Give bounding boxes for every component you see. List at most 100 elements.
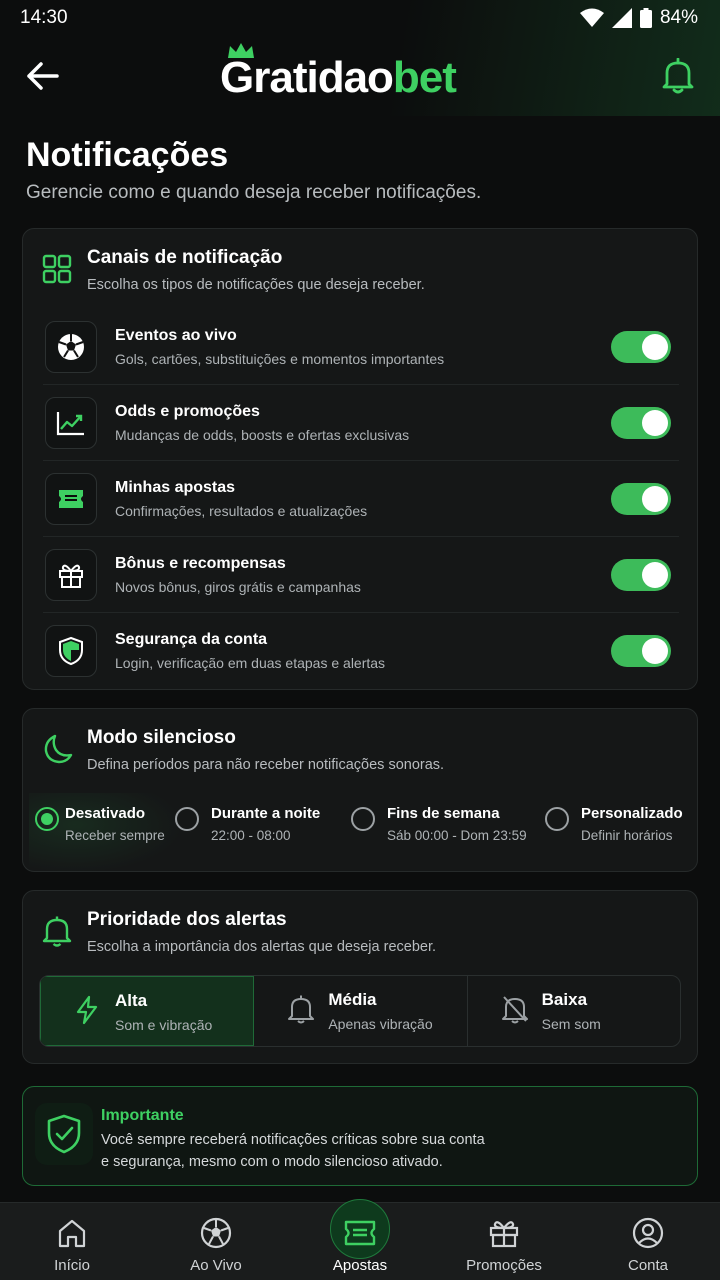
option-sub: Receber sempre: [65, 828, 165, 843]
nav-item-bets[interactable]: Apostas: [288, 1199, 432, 1280]
notification-channels-card: Canais de notificação Escolha os tipos d…: [22, 228, 698, 690]
toggle-bonus[interactable]: [611, 559, 671, 591]
channel-description: Confirmações, resultados e atualizações: [115, 503, 368, 519]
crown-icon: [228, 43, 254, 58]
channel-title: Bônus e recompensas: [115, 555, 286, 572]
trend-chart-icon: [56, 412, 84, 436]
bottom-navigation: Início Ao Vivo Apostas Promoções Conta: [0, 1199, 720, 1280]
option-sub: Definir horários: [581, 828, 673, 843]
priority-option-title: Baixa: [541, 990, 588, 1009]
nav-item-promotions[interactable]: Promoções: [432, 1203, 576, 1280]
bell-icon: [288, 995, 315, 1024]
priority-segmented-control: Alta Som e vibração Média Apenas vibraçã…: [39, 975, 681, 1047]
option-sub: Sáb 00:00 - Dom 23:59: [387, 828, 527, 843]
user-icon: [632, 1217, 664, 1249]
nav-item-live[interactable]: Ao Vivo: [144, 1203, 288, 1280]
important-line-1: Você sempre receberá notificações crític…: [101, 1132, 485, 1148]
channel-title: Segurança da conta: [115, 631, 268, 648]
gift-icon: [59, 564, 83, 588]
battery-percent: 84%: [659, 7, 698, 28]
channel-row-security: Segurança da conta Login, verificação em…: [43, 613, 679, 689]
channels-description: Escolha os tipos de notificações que des…: [87, 277, 425, 293]
bell-icon: [42, 916, 72, 947]
priority-option-low[interactable]: Baixa Sem som: [468, 976, 680, 1046]
nav-item-account[interactable]: Conta: [576, 1203, 720, 1280]
soccer-ball-icon: [200, 1217, 232, 1249]
radio-button[interactable]: [351, 807, 375, 831]
row-icon-box: [45, 549, 97, 601]
important-notice: Importante Você sempre receberá notifica…: [22, 1086, 698, 1186]
bell-off-icon: [501, 996, 528, 1024]
lightning-icon: [76, 995, 98, 1025]
important-body: Você sempre receberá notificações crític…: [101, 1129, 521, 1173]
channel-description: Novos bônus, giros grátis e campanhas: [115, 579, 361, 595]
priority-option-medium[interactable]: Média Apenas vibração: [254, 976, 468, 1046]
channel-title: Minhas apostas: [115, 479, 236, 496]
page-title: Notificações: [26, 136, 229, 174]
nav-label: Promoções: [466, 1257, 542, 1274]
shield-check-container: [35, 1103, 93, 1165]
radio-button-selected[interactable]: [35, 807, 59, 831]
silent-mode-description: Defina períodos para não receber notific…: [87, 757, 445, 773]
channels-title: Canais de notificação: [87, 247, 283, 268]
radio-button[interactable]: [545, 807, 569, 831]
nav-item-home[interactable]: Início: [0, 1203, 144, 1280]
silent-option-weekend[interactable]: Fins de semana Sáb 00:00 - Dom 23:59: [351, 805, 527, 843]
priority-option-title: Alta: [115, 991, 148, 1010]
toggle-live-events[interactable]: [611, 331, 671, 363]
important-title: Importante: [101, 1107, 184, 1124]
silent-option-night[interactable]: Durante a noite 22:00 - 08:00: [175, 805, 320, 843]
brand-logo: Gratidaobet: [220, 43, 457, 102]
silent-mode-title: Modo silencioso: [87, 727, 236, 748]
priority-option-high[interactable]: Alta Som e vibração: [40, 976, 255, 1046]
ticket-icon: [344, 1220, 376, 1246]
option-title: Durante a noite: [211, 805, 321, 822]
toggle-my-bets[interactable]: [611, 483, 671, 515]
battery-icon: [639, 8, 652, 28]
silent-option-off[interactable]: Desativado Receber sempre: [35, 805, 165, 843]
silent-mode-card: Modo silencioso Defina períodos para não…: [22, 708, 698, 873]
status-time: 14:30: [20, 7, 68, 28]
back-button[interactable]: [22, 56, 62, 96]
channel-description: Mudanças de odds, boosts e ofertas exclu…: [115, 427, 410, 443]
channel-description: Login, verificação em duas etapas e aler…: [115, 655, 386, 671]
toggle-security[interactable]: [611, 635, 671, 667]
wifi-icon: [579, 8, 604, 27]
important-line-2: e segurança, mesmo com o modo silencioso…: [101, 1154, 443, 1170]
soccer-ball-icon: [58, 334, 84, 360]
row-icon-box: [45, 397, 97, 449]
priority-option-sub: Apenas vibração: [328, 1016, 433, 1032]
status-bar: 14:30 84%: [0, 0, 720, 36]
row-icon-box: [45, 625, 97, 677]
row-icon-box: [45, 473, 97, 525]
priority-option-sub: Som e vibração: [115, 1017, 213, 1033]
nav-label: Apostas: [332, 1257, 388, 1274]
priority-title: Prioridade dos alertas: [87, 909, 287, 930]
toggle-odds[interactable]: [611, 407, 671, 439]
channel-row-my-bets: Minhas apostas Confirmações, resultados …: [43, 461, 679, 537]
gift-icon: [489, 1221, 519, 1248]
option-sub: 22:00 - 08:00: [211, 828, 291, 843]
page-subtitle: Gerencie como e quando deseja receber no…: [26, 182, 482, 203]
notifications-button[interactable]: [656, 54, 700, 98]
nav-label: Conta: [627, 1257, 669, 1274]
silent-option-custom[interactable]: Personalizado Definir horários: [545, 805, 683, 843]
channel-row-live-events: Eventos ao vivo Gols, cartões, substitui…: [43, 309, 679, 385]
channel-title: Eventos ao vivo: [115, 327, 237, 344]
row-icon-box: [45, 321, 97, 373]
arrow-left-icon: [27, 62, 59, 90]
nav-label: Início: [54, 1257, 90, 1274]
nav-label: Ao Vivo: [190, 1257, 242, 1274]
bell-icon: [662, 58, 694, 94]
option-title: Personalizado: [581, 805, 683, 822]
channel-title: Odds e promoções: [115, 403, 260, 420]
radio-button[interactable]: [175, 807, 199, 831]
home-icon: [58, 1219, 86, 1248]
channel-description: Gols, cartões, substituições e momentos …: [115, 351, 445, 367]
logo-text-primary: Gratidao: [220, 53, 394, 102]
priority-description: Escolha a importância dos alertas que de…: [87, 939, 437, 955]
app-header: Gratidaobet: [0, 36, 720, 116]
logo-text-accent: bet: [392, 53, 457, 102]
grid-icon: [42, 254, 72, 284]
channel-row-bonus: Bônus e recompensas Novos bônus, giros g…: [43, 537, 679, 613]
